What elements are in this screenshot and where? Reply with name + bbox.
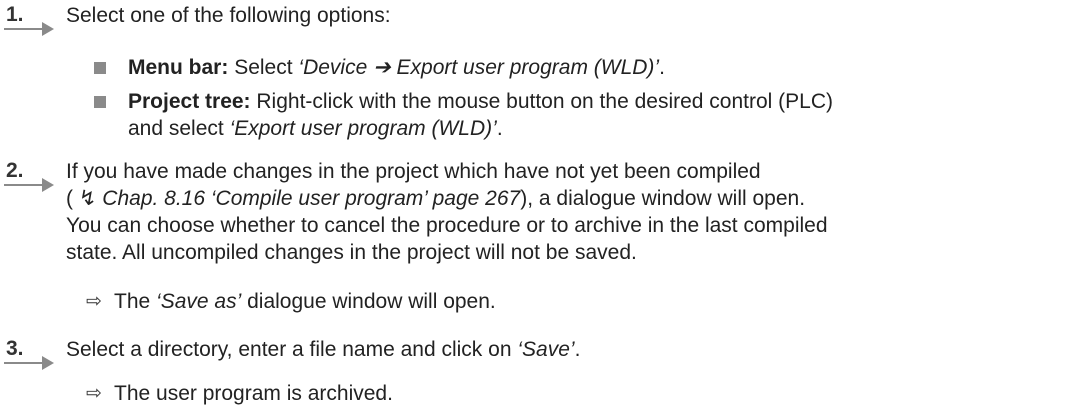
square-bullet-icon xyxy=(94,96,106,108)
result-text: The ‘Save as’ dialogue window will open. xyxy=(114,290,496,313)
step-underline xyxy=(4,28,42,30)
cross-reference-link: Chap. 8.16 ‘Compile user program’ page 2… xyxy=(102,187,521,210)
step-number: 1. xyxy=(6,3,24,26)
bullet-text: Menu bar: Select ‘Device ➔ Export user p… xyxy=(128,56,665,79)
step-arrow-icon xyxy=(42,22,54,36)
step-text: Select one of the following options: xyxy=(66,4,391,27)
step-text: Select a directory, enter a file name an… xyxy=(66,338,581,361)
step-text: If you have made changes in the project … xyxy=(66,160,828,264)
step-arrow-icon xyxy=(42,178,54,192)
step-underline xyxy=(4,362,42,364)
cross-reference-icon: ↯ xyxy=(78,187,97,210)
bullet-text: Project tree: Right-click with the mouse… xyxy=(128,90,833,140)
result-arrow-icon: ⇨ xyxy=(86,291,102,312)
step-underline xyxy=(4,184,42,186)
result-text: The user program is archived. xyxy=(114,382,393,405)
step-arrow-icon xyxy=(42,356,54,370)
step-number: 3. xyxy=(6,337,24,360)
result-arrow-icon: ⇨ xyxy=(86,383,102,404)
square-bullet-icon xyxy=(94,62,106,74)
step-number: 2. xyxy=(6,159,24,182)
